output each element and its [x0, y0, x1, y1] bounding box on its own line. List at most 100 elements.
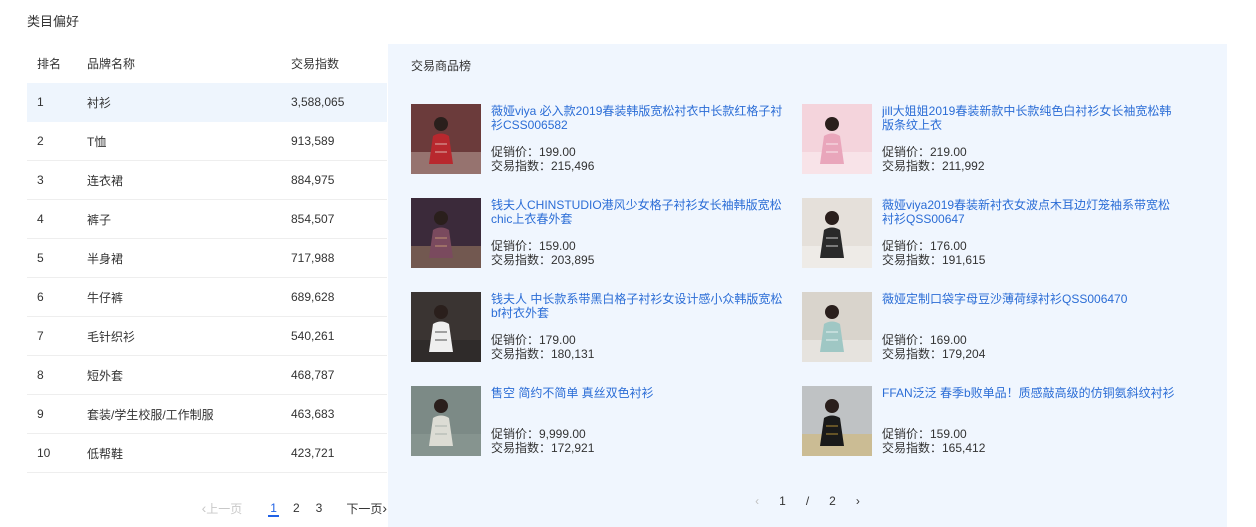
product-thumbnail[interactable] [802, 198, 872, 268]
brand-cell: T恤 [87, 134, 107, 149]
product-thumbnail[interactable] [411, 198, 481, 268]
rank-cell: 1 [37, 95, 44, 109]
product-ranking-panel: 交易商品榜 薇娅viya 必入款2019春装韩版宽松衬衣中长款红格子衬衫CSS0… [388, 44, 1227, 527]
table-row[interactable]: 3 连衣裙 884,975 [27, 161, 387, 200]
product-trade-index: 交易指数：165,412 [882, 441, 986, 455]
table-row[interactable]: 9 套装/学生校服/工作制服 463,683 [27, 395, 387, 434]
table-row[interactable]: 1 衬衫 3,588,065 [27, 83, 387, 122]
product-trade-index: 交易指数：191,615 [882, 253, 986, 267]
product-pagination: ‹ 1 / 2 › [388, 491, 1227, 511]
product-price: 促销价：219.00 [882, 145, 967, 159]
product-trade-index: 交易指数：179,204 [882, 347, 986, 361]
brand-cell: 半身裙 [87, 251, 124, 266]
product-item[interactable]: FFAN泛泛 春季b败单品！质感敲高级的仿铜氨斜纹衬衫 促销价：159.00 交易指… [802, 386, 1182, 456]
product-name-link[interactable]: 薇娅定制口袋字母豆沙薄荷绿衬衫QSS006470 [882, 292, 1182, 306]
rank-pagination: ‹ 上一页 1 2 3 下一页 › [27, 496, 387, 520]
product-thumbnail[interactable] [802, 386, 872, 456]
product-thumbnail[interactable] [411, 292, 481, 362]
product-item[interactable]: 钱夫人CHINSTUDIO港风少女格子衬衫女长袖韩版宽松chic上衣春外套促销价… [411, 198, 791, 268]
table-row[interactable]: 4 裤子 854,507 [27, 200, 387, 239]
brand-cell: 毛针织衫 [87, 329, 136, 344]
table-row[interactable]: 5 半身裙 717,988 [27, 239, 387, 278]
product-item[interactable]: 售空 简约不简单 真丝双色衬衫 促销价：9,999.00 交易指数：172,921 [411, 386, 791, 456]
header-brand: 品牌名称 [87, 57, 136, 71]
table-body: 1 衬衫 3,588,065 2 T恤 913,589 3 连衣裙 884,975 4 裤子 854,… [27, 83, 387, 473]
product-name-link[interactable]: 售空 简约不简单 真丝双色衬衫 [491, 386, 791, 400]
rank-cell: 9 [37, 407, 44, 421]
page-3-button[interactable]: 3 [314, 499, 325, 517]
product-name-link[interactable]: jill大姐姐2019春装新款中长款纯色白衬衫女长袖宽松韩版条纹上衣 [882, 104, 1182, 132]
prev-page-button[interactable]: ‹ 上一页 [202, 500, 243, 517]
product-item[interactable]: jill大姐姐2019春装新款中长款纯色白衬衫女长袖宽松韩版条纹上衣促销价：21… [802, 104, 1182, 174]
brand-cell: 裤子 [87, 212, 112, 227]
product-thumbnail[interactable] [411, 386, 481, 456]
index-cell: 689,628 [291, 290, 335, 304]
product-thumbnail[interactable] [411, 104, 481, 174]
rank-cell: 4 [37, 212, 44, 226]
product-info: 薇娅viya2019春装新衬衣女波点木耳边灯笼袖系带宽松衬衫QSS00647 促销… [882, 198, 1182, 268]
product-ranking-title: 交易商品榜 [411, 59, 472, 73]
product-info: FFAN泛泛 春季b败单品！质感敲高级的仿铜氨斜纹衬衫 促销价：159.00 交易指… [882, 386, 1182, 456]
index-cell: 884,975 [291, 173, 335, 187]
product-trade-index: 交易指数：203,895 [491, 253, 595, 267]
page-2-button[interactable]: 2 [291, 499, 302, 517]
product-name-link[interactable]: 钱夫人CHINSTUDIO港风少女格子衬衫女长袖韩版宽松chic上衣春外套 [491, 198, 791, 226]
table-row[interactable]: 7 毛针织衫 540,261 [27, 317, 387, 356]
rank-cell: 10 [37, 446, 51, 460]
brand-cell: 低帮鞋 [87, 446, 124, 461]
index-cell: 3,588,065 [291, 95, 345, 109]
product-price: 促销价：159.00 [882, 427, 967, 441]
table-header: 排名 品牌名称 交易指数 [27, 44, 387, 83]
rank-cell: 5 [37, 251, 44, 265]
rank-cell: 7 [37, 329, 44, 343]
product-thumbnail[interactable] [802, 104, 872, 174]
rank-cell: 8 [37, 368, 44, 382]
product-info: 钱夫人 中长款系带黑白格子衬衫女设计感小众韩版宽松bf衬衣外套促销价：179.0… [491, 292, 791, 362]
product-info: 钱夫人CHINSTUDIO港风少女格子衬衫女长袖韩版宽松chic上衣春外套促销价… [491, 198, 791, 268]
brand-cell: 短外套 [87, 368, 124, 383]
product-item[interactable]: 钱夫人 中长款系带黑白格子衬衫女设计感小众韩版宽松bf衬衣外套促销价：179.0… [411, 292, 791, 362]
product-name-link[interactable]: 钱夫人 中长款系带黑白格子衬衫女设计感小众韩版宽松bf衬衣外套 [491, 292, 791, 320]
product-price: 促销价：176.00 [882, 239, 967, 253]
product-trade-index: 交易指数：211,992 [882, 159, 985, 173]
table-row[interactable]: 10 低帮鞋 423,721 [27, 434, 387, 473]
next-page-label: 下一页 [346, 501, 383, 516]
product-price: 促销价：9,999.00 [491, 427, 586, 441]
product-name-link[interactable]: FFAN泛泛 春季b败单品！质感敲高级的仿铜氨斜纹衬衫 [882, 386, 1182, 400]
table-row[interactable]: 2 T恤 913,589 [27, 122, 387, 161]
brand-cell: 衬衫 [87, 95, 112, 110]
brand-cell: 连衣裙 [87, 173, 124, 188]
product-name-link[interactable]: 薇娅viya2019春装新衬衣女波点木耳边灯笼袖系带宽松衬衫QSS00647 [882, 198, 1182, 226]
product-trade-index: 交易指数：180,131 [491, 347, 595, 361]
product-info: 薇娅定制口袋字母豆沙薄荷绿衬衫QSS006470 促销价：169.00 交易指数：1… [882, 292, 1182, 362]
rank-cell: 2 [37, 134, 44, 148]
prev-page-label: 上一页 [206, 501, 243, 516]
product-info: 薇娅viya 必入款2019春装韩版宽松衬衣中长款红格子衬衫CSS006582 促… [491, 104, 791, 174]
product-item[interactable]: 薇娅viya 必入款2019春装韩版宽松衬衣中长款红格子衬衫CSS006582 促… [411, 104, 791, 174]
product-thumbnail[interactable] [802, 292, 872, 362]
product-info: jill大姐姐2019春装新款中长款纯色白衬衫女长袖宽松韩版条纹上衣促销价：21… [882, 104, 1182, 174]
index-cell: 423,721 [291, 446, 335, 460]
product-price: 促销价：179.00 [491, 333, 576, 347]
chevron-left-icon[interactable]: ‹ [755, 494, 759, 508]
header-rank: 排名 [37, 57, 62, 71]
rank-cell: 6 [37, 290, 44, 304]
index-cell: 540,261 [291, 329, 335, 343]
product-price: 促销价：169.00 [882, 333, 967, 347]
chevron-right-icon: › [382, 500, 387, 516]
index-cell: 717,988 [291, 251, 335, 265]
next-page-button[interactable]: 下一页 › [346, 500, 387, 517]
table-row[interactable]: 8 短外套 468,787 [27, 356, 387, 395]
page-1-button[interactable]: 1 [268, 499, 279, 517]
table-row[interactable]: 6 牛仔裤 689,628 [27, 278, 387, 317]
product-price: 促销价：159.00 [491, 239, 576, 253]
total-pages: 2 [829, 494, 836, 508]
index-cell: 468,787 [291, 368, 335, 382]
rank-cell: 3 [37, 173, 44, 187]
index-cell: 913,589 [291, 134, 335, 148]
chevron-right-icon[interactable]: › [856, 494, 860, 508]
product-name-link[interactable]: 薇娅viya 必入款2019春装韩版宽松衬衣中长款红格子衬衫CSS006582 [491, 104, 791, 132]
header-index: 交易指数 [291, 57, 340, 71]
product-item[interactable]: 薇娅定制口袋字母豆沙薄荷绿衬衫QSS006470 促销价：169.00 交易指数：1… [802, 292, 1182, 362]
product-item[interactable]: 薇娅viya2019春装新衬衣女波点木耳边灯笼袖系带宽松衬衫QSS00647 促销… [802, 198, 1182, 268]
